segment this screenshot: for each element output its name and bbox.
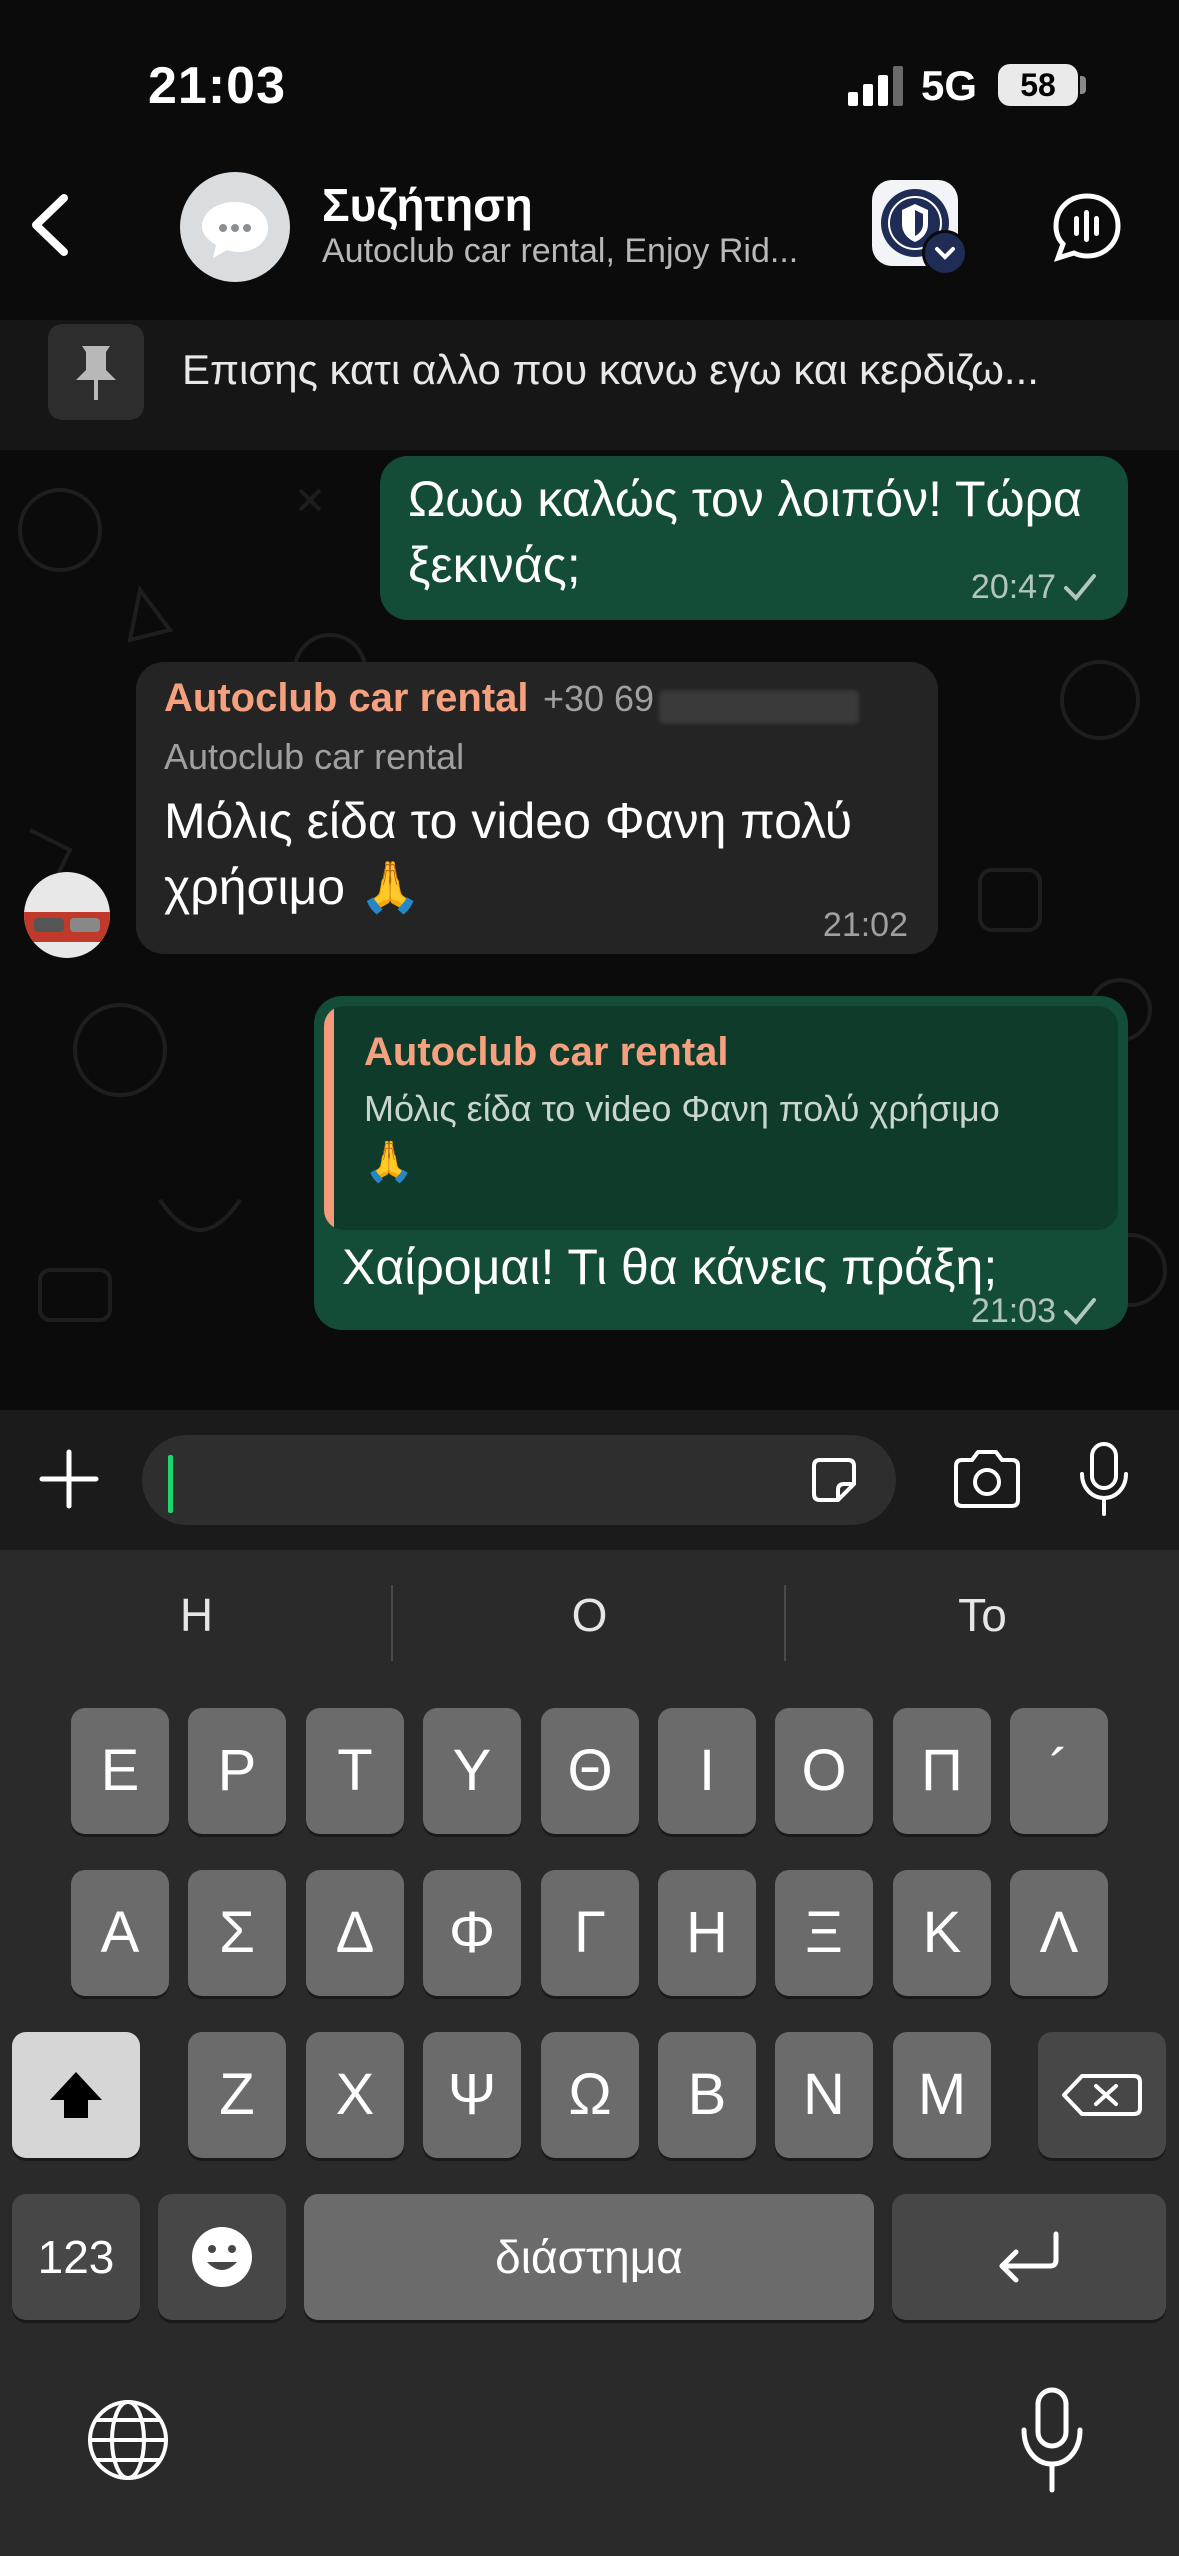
return-key[interactable] xyxy=(892,2194,1166,2320)
battery-icon: 58 xyxy=(998,64,1078,106)
quote-accent-bar xyxy=(324,1006,334,1230)
message-bubble-incoming[interactable]: Autoclub car rental +30 69 Autoclub car … xyxy=(136,662,938,954)
key-chi[interactable]: Χ xyxy=(306,2032,404,2158)
backspace-icon xyxy=(1062,2074,1142,2116)
key-xi[interactable]: Ξ xyxy=(775,1870,873,1996)
quote-sender: Autoclub car rental xyxy=(364,1030,729,1074)
message-time: 20:47 xyxy=(970,568,1056,606)
key-delta[interactable]: Δ xyxy=(306,1870,404,1996)
sender-avatar[interactable] xyxy=(24,872,110,958)
key-kappa[interactable]: Κ xyxy=(893,1870,991,1996)
message-time: 21:03 xyxy=(970,1292,1056,1330)
key-omicron[interactable]: Ο xyxy=(775,1708,873,1834)
key-phi[interactable]: Φ xyxy=(423,1870,521,1996)
message-bubble-outgoing[interactable]: Ωωω καλώς τον λοιπόν! Τώρα ξεκινάς; 20:4… xyxy=(380,456,1128,620)
key-zeta[interactable]: Ζ xyxy=(188,2032,286,2158)
emoji-key[interactable] xyxy=(158,2194,286,2320)
camera-icon[interactable] xyxy=(950,1448,1024,1510)
pinned-text: Επισης κατι αλλο που κανω εγω και κερδιζ… xyxy=(182,346,1039,393)
quote-emoji: 🙏 xyxy=(364,1140,414,1184)
key-psi[interactable]: Ψ xyxy=(423,2032,521,2158)
key-lambda[interactable]: Λ xyxy=(1010,1870,1108,1996)
signal-icon xyxy=(848,66,903,106)
sent-check-icon xyxy=(1064,574,1096,601)
key-tau[interactable]: Τ xyxy=(306,1708,404,1834)
key-pi[interactable]: Π xyxy=(893,1708,991,1834)
suggestion-1[interactable]: Η xyxy=(0,1588,393,1642)
key-theta[interactable]: Θ xyxy=(541,1708,639,1834)
sender-name[interactable]: Autoclub car rental xyxy=(164,676,529,720)
key-mu[interactable]: Μ xyxy=(893,2032,991,2158)
space-key[interactable]: διάστημα xyxy=(304,2194,874,2320)
chevron-down-icon[interactable] xyxy=(922,230,968,276)
redacted-phone xyxy=(658,689,859,724)
message-text: Μόλις είδα το video Φανη πολύ χρήσιμο 🙏 xyxy=(164,793,853,915)
key-alpha[interactable]: Α xyxy=(71,1870,169,1996)
voice-chat-icon[interactable] xyxy=(1052,192,1122,262)
group-avatar[interactable] xyxy=(180,172,290,282)
battery-tip xyxy=(1080,76,1086,94)
quoted-message[interactable]: Autoclub car rental Μόλις είδα το video … xyxy=(324,1006,1118,1230)
sticker-icon[interactable] xyxy=(806,1452,862,1508)
key-beta[interactable]: Β xyxy=(658,2032,756,2158)
sent-check-icon xyxy=(1064,1298,1096,1325)
key-upsilon[interactable]: Υ xyxy=(423,1708,521,1834)
globe-icon[interactable] xyxy=(82,2394,174,2486)
message-text: Χαίρομαι! Τι θα κάνεις πράξη; xyxy=(342,1239,998,1295)
suggestion-3[interactable]: Το xyxy=(786,1588,1179,1642)
key-accent[interactable]: ´ xyxy=(1010,1708,1108,1834)
key-rho[interactable]: Ρ xyxy=(188,1708,286,1834)
sender-phone: +30 69 xyxy=(542,678,655,719)
backspace-key[interactable] xyxy=(1038,2032,1166,2158)
chat-area[interactable]: Ωωω καλώς τον λοιπόν! Τώρα ξεκινάς; 20:4… xyxy=(0,450,1179,1410)
microphone-icon[interactable] xyxy=(1076,1440,1132,1520)
text-caret xyxy=(168,1455,173,1513)
key-sigma[interactable]: Σ xyxy=(188,1870,286,1996)
key-gamma[interactable]: Γ xyxy=(541,1870,639,1996)
message-input[interactable] xyxy=(142,1435,896,1525)
chat-bubble-icon xyxy=(202,202,268,258)
quote-text: Μόλις είδα το video Φανη πολύ χρήσιμο xyxy=(364,1088,1000,1129)
emoji-icon xyxy=(192,2227,252,2287)
key-nu[interactable]: Ν xyxy=(775,2032,873,2158)
plus-icon[interactable] xyxy=(38,1448,100,1510)
pin-icon xyxy=(48,324,144,420)
message-time: 21:02 xyxy=(822,906,908,944)
return-icon xyxy=(999,2231,1059,2283)
chat-subtitle[interactable]: Autoclub car rental, Enjoy Rid... xyxy=(322,232,798,271)
message-bubble-outgoing-reply[interactable]: Autoclub car rental Μόλις είδα το video … xyxy=(314,996,1128,1330)
network-label: 5G xyxy=(921,62,978,109)
numbers-key[interactable]: 123 xyxy=(12,2194,140,2320)
chat-title[interactable]: Συζήτηση xyxy=(322,178,533,232)
shift-arrow-icon xyxy=(50,2072,102,2118)
dictation-microphone-icon[interactable] xyxy=(1018,2386,1086,2496)
key-omega[interactable]: Ω xyxy=(541,2032,639,2158)
chevron-left-icon[interactable] xyxy=(22,190,82,260)
shift-key[interactable] xyxy=(12,2032,140,2158)
status-time: 21:03 xyxy=(148,57,286,115)
sender-subtitle: Autoclub car rental xyxy=(164,736,465,777)
key-eta[interactable]: Η xyxy=(658,1870,756,1996)
key-epsilon[interactable]: Ε xyxy=(71,1708,169,1834)
key-iota[interactable]: Ι xyxy=(658,1708,756,1834)
suggestion-2[interactable]: Ο xyxy=(393,1588,786,1642)
